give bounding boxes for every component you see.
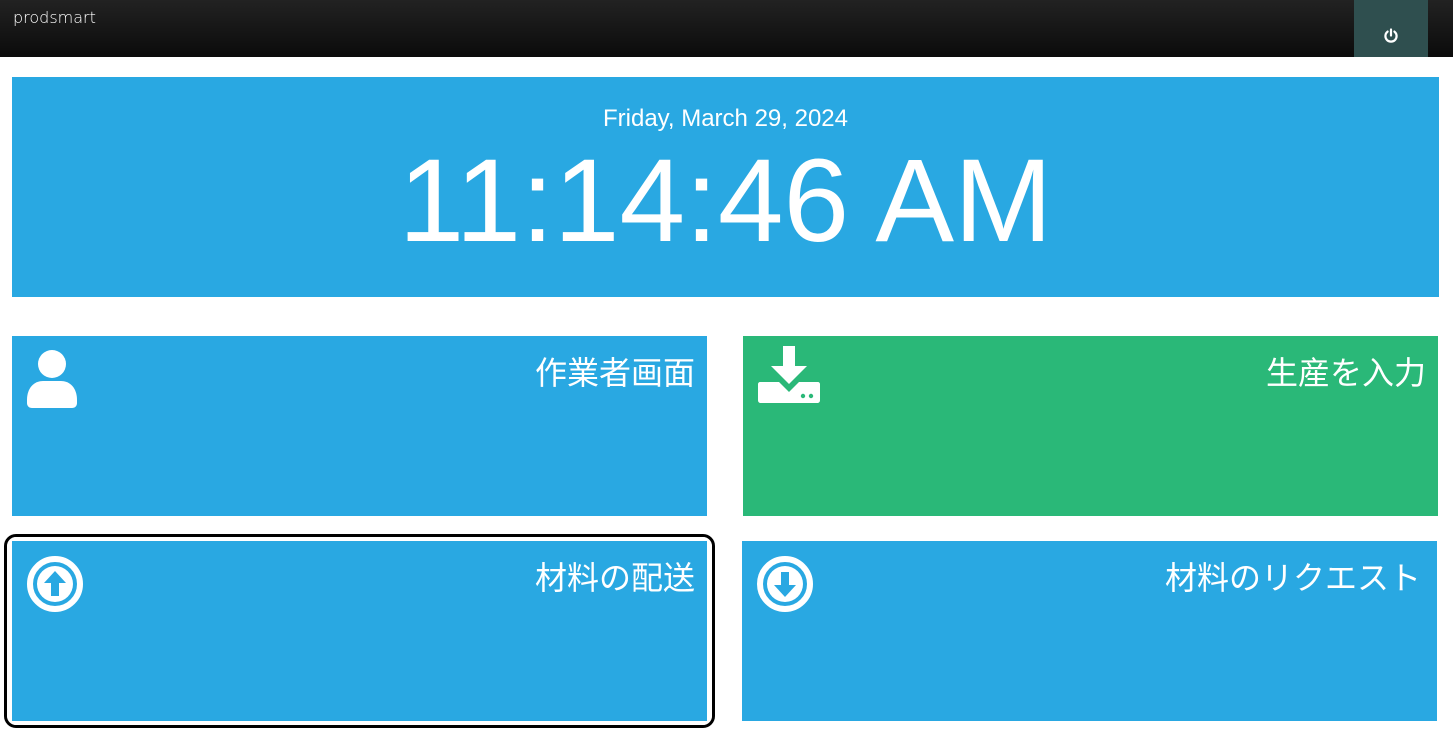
power-icon: [1384, 27, 1398, 43]
clock-date: Friday, March 29, 2024: [602, 105, 848, 132]
top-navbar: prodsmart: [0, 0, 1453, 57]
arrow-down-circle-icon: [756, 555, 814, 617]
download-icon: [757, 346, 821, 408]
tile-label: 材料の配送: [534, 559, 695, 597]
tile-input-production[interactable]: 生産を入力: [743, 336, 1438, 516]
tile-material-delivery[interactable]: 材料の配送: [12, 541, 707, 721]
clock-time: 11:14:46 AM: [398, 135, 1053, 267]
logout-button[interactable]: [1354, 0, 1428, 57]
tile-label: 材料のリクエスト: [1164, 559, 1421, 597]
clock-panel: Friday, March 29, 2024 11:14:46 AM: [12, 77, 1439, 297]
user-icon: [26, 350, 80, 412]
brand-logo[interactable]: prodsmart: [13, 8, 96, 27]
tile-operator-screen[interactable]: 作業者画面: [12, 336, 707, 516]
tile-label: 作業者画面: [534, 354, 695, 392]
tile-label: 生産を入力: [1265, 354, 1426, 392]
tile-material-request[interactable]: 材料のリクエスト: [742, 541, 1437, 721]
arrow-up-circle-icon: [26, 555, 84, 617]
